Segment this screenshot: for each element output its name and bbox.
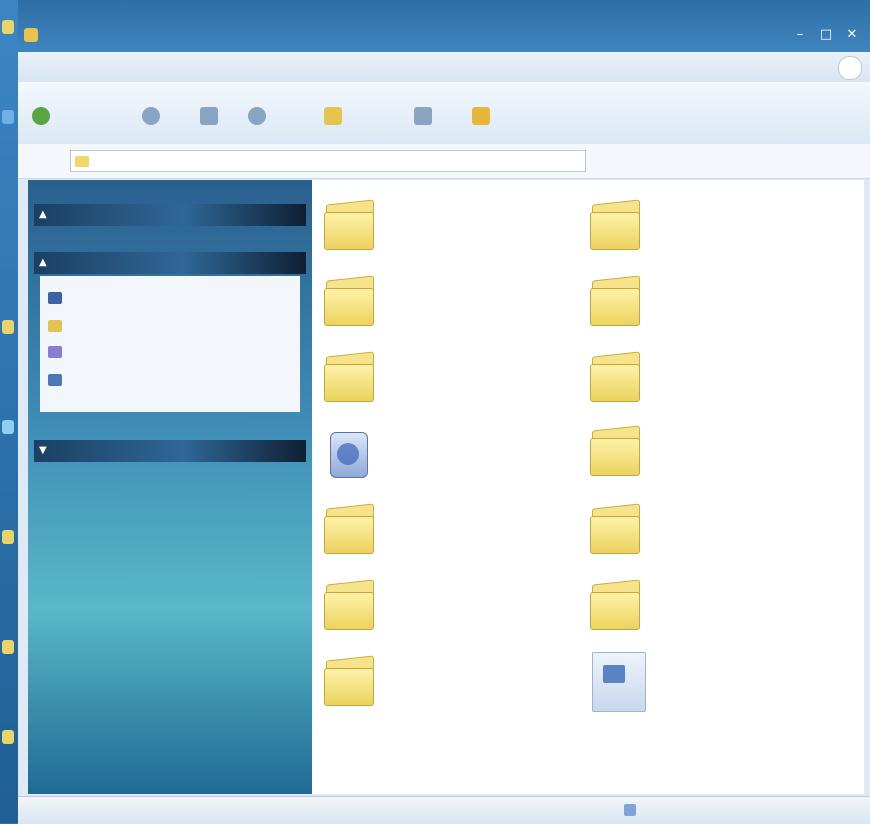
- folder-icon: [588, 274, 644, 326]
- task-item[interactable]: [48, 288, 70, 308]
- chevron-down-icon: ▲: [39, 209, 47, 220]
- forward-arrow-icon: [142, 107, 160, 125]
- title-bar[interactable]: – □ ✕: [18, 0, 870, 52]
- folder-item[interactable]: [588, 498, 838, 560]
- folder-icon: [24, 28, 38, 42]
- folder-icon: [588, 424, 644, 476]
- menu-bar: [18, 52, 870, 83]
- document-item[interactable]: [588, 644, 838, 714]
- folder-icon: [588, 578, 644, 630]
- folders-button[interactable]: [324, 104, 346, 128]
- desktop-icon[interactable]: [2, 20, 14, 34]
- address-field[interactable]: [70, 150, 586, 172]
- pane-header-details[interactable]: ▼: [34, 440, 306, 462]
- desktop-icon-strip: [0, 0, 18, 823]
- desktop-icon[interactable]: [2, 420, 14, 434]
- explorer-window: – □ ✕ ▲ ▲ ▼: [18, 0, 870, 824]
- desktop-icon[interactable]: [2, 110, 14, 124]
- up-button[interactable]: [200, 104, 222, 128]
- new-folder-icon: [48, 292, 62, 304]
- network-item[interactable]: [322, 420, 572, 482]
- chevron-down-icon: ▼: [39, 445, 47, 456]
- task-item[interactable]: [48, 316, 70, 336]
- windows-logo-icon: [838, 56, 862, 80]
- search-icon: [48, 374, 62, 386]
- folder-icon: [75, 155, 89, 167]
- task-item[interactable]: [48, 370, 70, 390]
- folder-icon: [322, 198, 378, 250]
- task-pane: ▲ ▲ ▼: [28, 180, 312, 794]
- folder-item[interactable]: [322, 574, 572, 636]
- status-bar: [18, 796, 870, 824]
- views-button[interactable]: [414, 104, 436, 128]
- folder-item[interactable]: [588, 194, 838, 256]
- toolbar: [18, 82, 870, 145]
- computer-icon: [624, 804, 636, 816]
- document-icon: [588, 648, 646, 712]
- minimize-button[interactable]: –: [788, 26, 812, 44]
- pane-header-tasks[interactable]: ▲: [34, 204, 306, 226]
- forward-button[interactable]: [142, 104, 164, 128]
- task-list: [40, 276, 300, 412]
- chevron-down-icon: ▲: [39, 257, 47, 268]
- file-list: [312, 180, 864, 794]
- folder-item[interactable]: [588, 270, 838, 332]
- desktop-icon[interactable]: [2, 640, 14, 654]
- task-item[interactable]: [48, 342, 70, 362]
- search-button[interactable]: [248, 104, 270, 128]
- folder-item[interactable]: [322, 194, 572, 256]
- folder-icon: [322, 502, 378, 554]
- desktop-icon[interactable]: [2, 730, 14, 744]
- up-folder-icon: [200, 107, 218, 125]
- publish-icon: [48, 320, 62, 332]
- desktop-icon[interactable]: [2, 530, 14, 544]
- folder-icon: [588, 350, 644, 402]
- folder-item[interactable]: [588, 346, 838, 408]
- desktop-icon[interactable]: [2, 320, 14, 334]
- folder-icon: [588, 198, 644, 250]
- pane-header-file-tasks[interactable]: ▲: [34, 252, 306, 274]
- maximize-button[interactable]: □: [814, 26, 838, 44]
- folder-icon: [322, 578, 378, 630]
- folders-icon: [324, 107, 342, 125]
- folder-item[interactable]: [322, 650, 572, 712]
- folder-item[interactable]: [588, 420, 838, 482]
- back-arrow-icon: [32, 107, 50, 125]
- views-icon: [414, 107, 432, 125]
- folder-icon: [322, 274, 378, 326]
- search-icon: [248, 107, 266, 125]
- folder-sync-icon: [472, 107, 490, 125]
- close-button[interactable]: ✕: [840, 26, 864, 44]
- network-places-icon: [322, 424, 378, 478]
- folder-icon: [322, 654, 378, 706]
- share-icon: [48, 346, 62, 358]
- folder-icon: [322, 350, 378, 402]
- folder-item[interactable]: [322, 346, 572, 408]
- folder-item[interactable]: [322, 498, 572, 560]
- folder-item[interactable]: [588, 574, 838, 636]
- folder-sync-button[interactable]: [472, 104, 494, 128]
- folder-item[interactable]: [322, 270, 572, 332]
- back-button[interactable]: [32, 104, 54, 128]
- address-bar: [18, 144, 870, 179]
- folder-icon: [588, 502, 644, 554]
